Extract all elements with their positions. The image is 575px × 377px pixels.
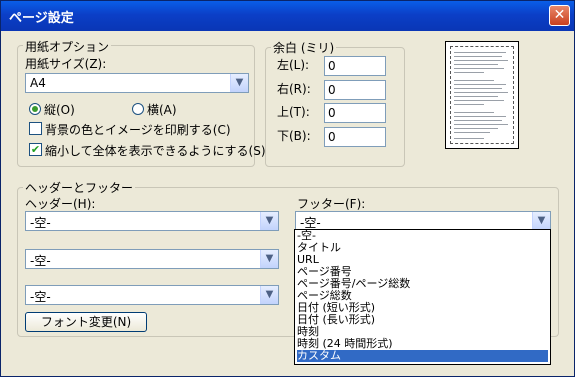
change-font-button[interactable]: フォント変更(N) (25, 312, 147, 332)
footer-option[interactable]: 日付 (長い形式) (297, 314, 548, 326)
right-margin-label: 右(R): (277, 82, 311, 96)
shrink-to-fit-label[interactable]: 縮小して全体を表示できるようにする(S) (45, 142, 266, 159)
right-margin-input[interactable]: 0 (324, 80, 386, 100)
close-icon: ✕ (553, 7, 566, 23)
top-margin-input[interactable]: 0 (324, 103, 386, 123)
paper-size-select[interactable]: A4 ▼ (25, 73, 249, 93)
paper-size-label: 用紙サイズ(Z): (25, 57, 107, 71)
paper-options-legend: 用紙オプション (23, 38, 112, 55)
chevron-down-icon[interactable]: ▼ (260, 212, 278, 230)
close-button[interactable]: ✕ (549, 5, 570, 26)
left-margin-label: 左(L): (277, 58, 310, 72)
chevron-down-icon[interactable]: ▼ (260, 250, 278, 268)
landscape-label[interactable]: 横(A) (147, 101, 177, 118)
title-bar[interactable]: ページ設定 ✕ (1, 1, 574, 31)
page-preview (445, 41, 519, 149)
footer-dropdown-list[interactable]: -空- タイトル URL ページ番号 ページ番号/ページ総数 ページ総数 日付 … (294, 229, 551, 365)
landscape-radio[interactable] (132, 103, 144, 115)
print-background-checkbox[interactable] (29, 122, 42, 135)
paper-size-value: A4 (30, 76, 46, 90)
footer-option[interactable]: タイトル (297, 242, 548, 254)
header-label: ヘッダー(H): (25, 197, 96, 211)
chevron-down-icon[interactable]: ▼ (532, 212, 550, 230)
margins-legend: 余白 (ミリ) (271, 39, 337, 56)
header-right-select[interactable]: -空- ▼ (25, 285, 279, 305)
bottom-margin-input[interactable]: 0 (324, 127, 386, 147)
bottom-margin-label: 下(B): (277, 129, 311, 143)
header-left-select[interactable]: -空- ▼ (25, 211, 279, 231)
preview-margin-box (450, 46, 514, 144)
chevron-down-icon[interactable]: ▼ (260, 286, 278, 304)
page-setup-dialog: ページ設定 ✕ 用紙オプション 用紙サイズ(Z): A4 ▼ 縦(O) 横(A)… (0, 0, 575, 377)
footer-option-selected[interactable]: カスタム (297, 350, 548, 362)
print-background-label[interactable]: 背景の色とイメージを印刷する(C) (45, 121, 231, 138)
header-footer-legend: ヘッダーとフッター (23, 179, 136, 196)
header-center-select[interactable]: -空- ▼ (25, 249, 279, 269)
portrait-label[interactable]: 縦(O) (44, 101, 75, 118)
window-title: ページ設定 (9, 11, 74, 26)
portrait-radio[interactable] (29, 103, 41, 115)
shrink-to-fit-checkbox[interactable]: ✔ (29, 143, 42, 156)
top-margin-label: 上(T): (277, 105, 310, 119)
footer-left-select[interactable]: -空- ▼ (295, 211, 551, 231)
chevron-down-icon[interactable]: ▼ (230, 74, 248, 92)
left-margin-input[interactable]: 0 (324, 56, 386, 76)
footer-label: フッター(F): (297, 197, 366, 211)
